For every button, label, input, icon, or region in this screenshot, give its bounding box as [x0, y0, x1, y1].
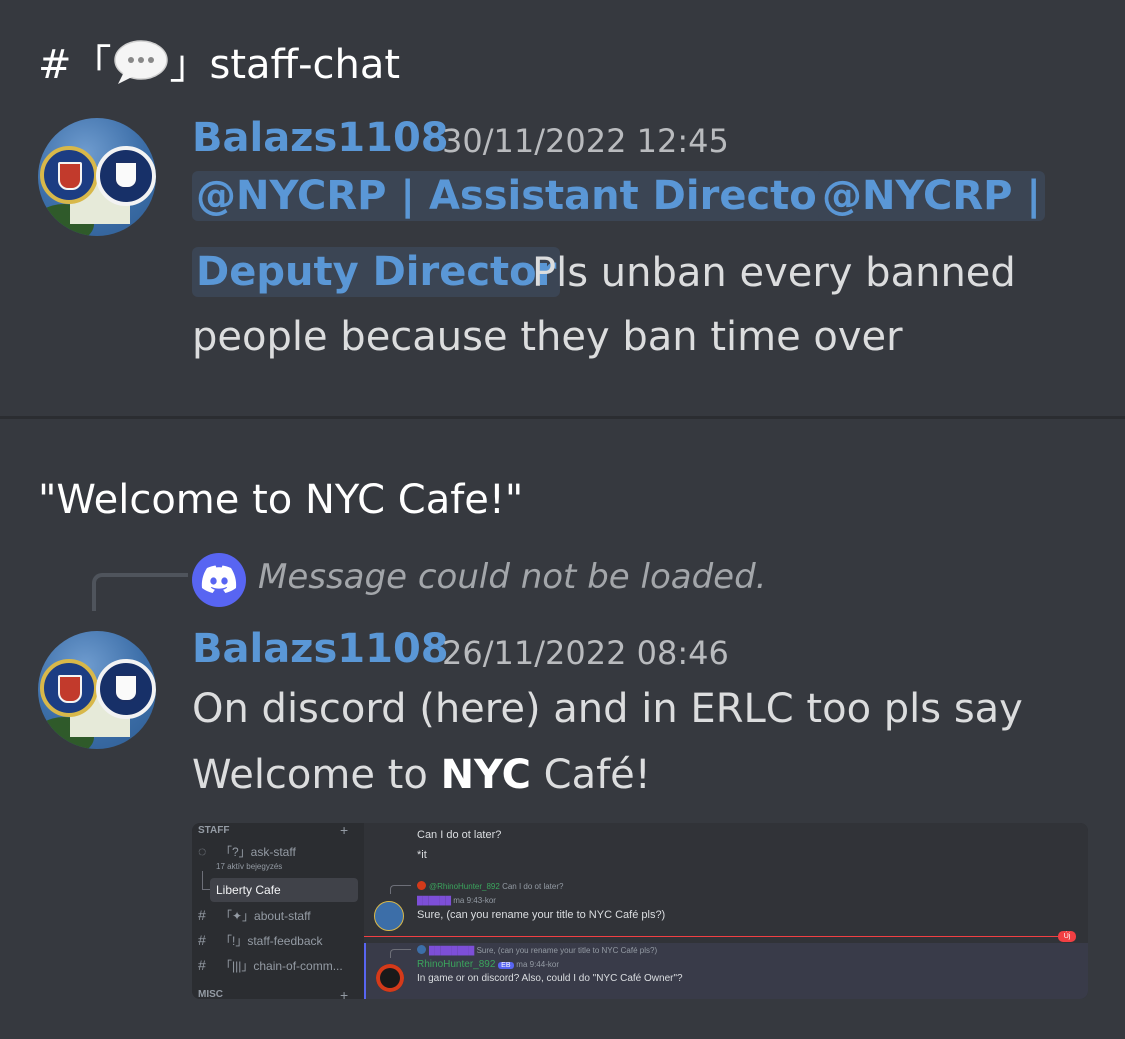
chat-message-header: ██████ ma 9:43-kor — [417, 896, 496, 905]
sidebar-item-label: 「|||」chain-of-comm... — [220, 959, 343, 973]
reply-text: Can I do ot later? — [502, 882, 564, 891]
message-text-line-2: Welcome to NYC Café! — [192, 752, 651, 798]
role-mention-assistant-director[interactable]: @NYCRP | Assistant Director — [192, 171, 841, 221]
channel-heading: #「 」staff-chat — [38, 32, 400, 90]
sidebar-item-ask-staff: ◌ 「?」ask-staff — [198, 843, 296, 860]
channel-heading-prefix: #「 — [38, 42, 112, 88]
avatar-dot — [417, 945, 426, 954]
avatar — [376, 964, 404, 992]
message-group-2: "Welcome to NYC Cafe!" Message could not… — [0, 419, 1125, 1039]
attachment-sidebar: STAFF + ◌ 「?」ask-staff 17 aktív bejegyzés… — [192, 823, 364, 999]
chat-timestamp: ma 9:43-kor — [453, 896, 496, 905]
chat-message-text: In game or on discord? Also, could I do … — [417, 973, 683, 984]
avatar[interactable] — [38, 118, 156, 236]
sidebar-item-label: Liberty Cafe — [216, 883, 281, 897]
message-author[interactable]: Balazs1108 — [192, 115, 449, 161]
chat-reply-preview: @RhinoHunter_892 Can I do ot later? — [417, 881, 563, 891]
message-text-post: Café! — [530, 752, 651, 798]
cia-seal-icon — [96, 659, 156, 719]
fbi-seal-icon — [40, 146, 98, 204]
new-messages-divider — [364, 936, 1068, 937]
reply-preview-text[interactable]: Message could not be loaded. — [258, 557, 766, 597]
cia-seal-icon — [96, 146, 156, 206]
avatar[interactable] — [38, 631, 156, 749]
chat-reply-preview: ████████ Sure, (can you rename your titl… — [417, 945, 657, 955]
sidebar-item-label: 「✦」about-staff — [220, 909, 311, 923]
attachment-chat: Can I do ot later? *it @RhinoHunter_892 … — [364, 823, 1088, 999]
role-badge: EB — [498, 962, 514, 969]
sidebar-item-label: 「?」ask-staff — [220, 845, 296, 859]
sidebar-item-about-staff: # 「✦」about-staff — [198, 907, 311, 924]
reply-user: @RhinoHunter_892 — [429, 882, 500, 891]
chat-message-text: Sure, (can you rename your title to NYC … — [417, 909, 666, 921]
message-text: Pls unban every banned — [532, 250, 1016, 296]
avatar-dot — [417, 881, 426, 890]
message-text-line-2: people because they ban time over — [192, 314, 903, 360]
hash-icon: # — [198, 957, 206, 973]
role-mention-deputy-director[interactable]: @NYCRP | — [818, 171, 1046, 221]
message-author[interactable]: Balazs1108 — [192, 626, 449, 672]
message-text: On discord (here) and in ERLC too pls sa… — [192, 686, 1023, 732]
message-text-bold: NYC — [440, 752, 531, 798]
speech-bubble-icon — [113, 40, 168, 84]
hash-icon: # — [198, 932, 206, 948]
quote-heading: "Welcome to NYC Cafe!" — [38, 477, 524, 523]
forum-icon: ◌ — [198, 843, 207, 859]
plus-icon: + — [340, 987, 349, 999]
plus-icon: + — [340, 823, 349, 838]
message-timestamp: 26/11/2022 08:46 — [442, 634, 729, 672]
chat-timestamp: ma 9:44-kor — [516, 960, 559, 969]
chat-line: Can I do ot later? — [417, 829, 502, 841]
role-mention-deputy-director-cont[interactable]: Deputy Director — [192, 247, 561, 297]
sidebar-item-label: 「!」staff-feedback — [220, 934, 323, 948]
chat-line: *it — [417, 849, 427, 861]
sidebar-item-sub: 17 aktív bejegyzés — [216, 862, 283, 871]
sidebar-item-liberty-cafe: Liberty Cafe — [210, 878, 358, 902]
image-attachment[interactable]: STAFF + ◌ 「?」ask-staff 17 aktív bejegyzés… — [192, 823, 1088, 999]
sidebar-category: STAFF — [198, 825, 230, 836]
reply-connector — [390, 885, 411, 894]
channel-heading-name: 」staff-chat — [169, 42, 401, 88]
message-timestamp: 30/11/2022 12:45 — [442, 122, 729, 160]
redacted-user: ████████ — [429, 946, 475, 955]
message-text-pre: Welcome to — [192, 752, 441, 798]
sidebar-item-staff-feedback: # 「!」staff-feedback — [198, 932, 323, 949]
discord-icon — [192, 553, 246, 607]
message-group-1: #「 」staff-chat Balazs1108 30/11/2022 12:4… — [0, 0, 1125, 418]
reply-connector — [92, 573, 188, 611]
fbi-seal-icon — [40, 659, 98, 717]
hash-icon: # — [198, 907, 206, 923]
avatar — [374, 901, 404, 931]
chat-message-header: RhinoHunter_892 EB ma 9:44-kor — [417, 959, 559, 970]
sidebar-category-2: MISC — [198, 989, 223, 999]
highlighted-message: ████████ Sure, (can you rename your titl… — [364, 943, 1088, 999]
reply-connector — [390, 949, 411, 958]
sidebar-item-chain-of-command: # 「|||」chain-of-comm... — [198, 957, 343, 974]
redacted-author: ██████ — [417, 896, 452, 905]
chat-author: RhinoHunter_892 — [417, 959, 496, 970]
reply-text: Sure, (can you rename your title to NYC … — [476, 946, 658, 955]
new-badge: Új — [1058, 931, 1076, 942]
